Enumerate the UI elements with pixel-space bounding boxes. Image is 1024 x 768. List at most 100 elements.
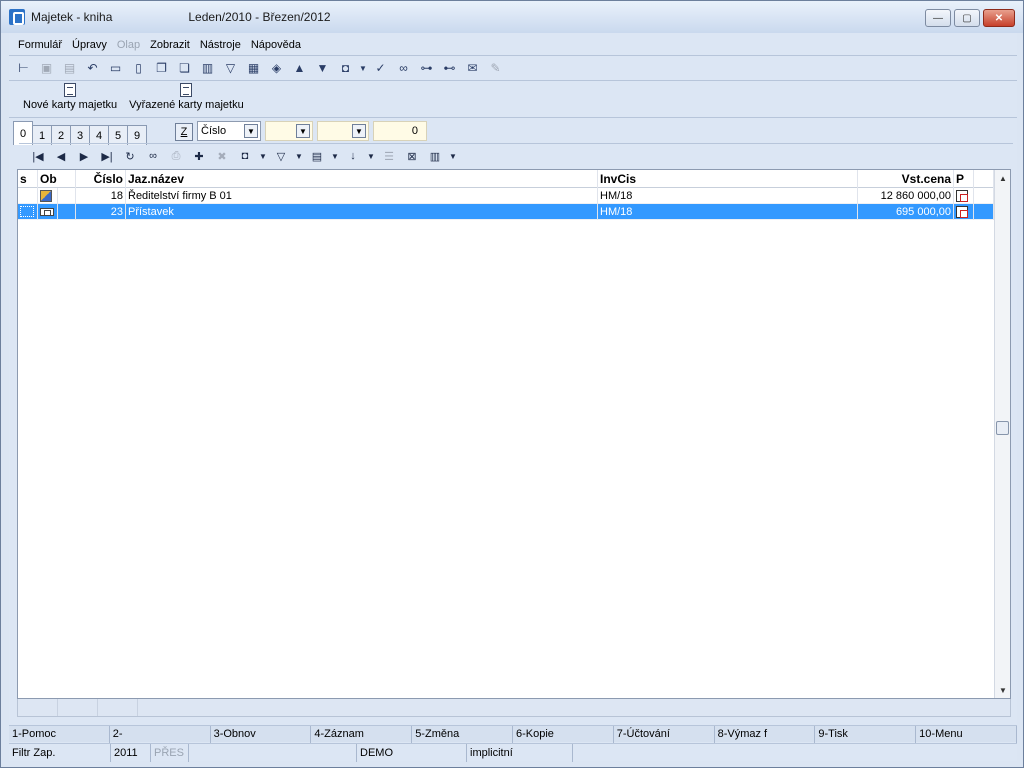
refresh-icon[interactable]: ↻ <box>119 146 141 166</box>
fkey-1[interactable]: 1-Pomoc <box>9 726 110 743</box>
new-cards-button[interactable]: Nové karty majetku <box>23 83 117 111</box>
paste-icon[interactable]: ❏ <box>174 58 195 78</box>
title-bar[interactable]: Majetek - kniha Leden/2010 - Březen/2012… <box>1 1 1023 33</box>
fkey-8[interactable]: 8-Výmaz f <box>715 726 816 743</box>
vertical-scrollbar[interactable]: ▲ ▼ <box>994 170 1010 698</box>
dropdown-arrow-icon[interactable]: ▼ <box>447 146 459 166</box>
grid-header: s Ob Číslo Jaz.název InvCis Vst.cena P <box>18 170 994 188</box>
next-record-icon[interactable]: ▶ <box>73 146 95 166</box>
binoculars-icon[interactable]: ∞ <box>142 146 164 166</box>
columns-icon[interactable]: ▥ <box>424 146 446 166</box>
first-record-icon[interactable]: |◀ <box>27 146 49 166</box>
new-document-icon[interactable]: ▯ <box>128 58 149 78</box>
grid-toolbar: |◀ ◀ ▶ ▶| ↻ ∞ ⎙ ✚ ✖ ◘ ▼ ▽ ▼ ▤ ▼ ↓ ▼ ☰ ⊠ … <box>27 145 459 167</box>
arrow-up-icon[interactable]: ▲ <box>289 58 310 78</box>
menu-bar: Formulář Úpravy Olap Zobrazit Nástroje N… <box>13 35 306 55</box>
scroll-down-icon[interactable]: ▼ <box>995 682 1011 698</box>
tab-1[interactable]: 1 <box>32 125 52 145</box>
tab-4[interactable]: 4 <box>89 125 109 145</box>
open-folder-icon[interactable]: ▭ <box>105 58 126 78</box>
col-header-p[interactable]: P <box>954 170 974 188</box>
tree-list-icon: ☰ <box>384 150 394 163</box>
find-prev-icon[interactable]: ⊷ <box>439 58 460 78</box>
fkey-6[interactable]: 6-Kopie <box>513 726 614 743</box>
table-row[interactable]: 18 Ředitelství firmy B 01 HM/18 12 860 0… <box>18 188 994 204</box>
retired-cards-button[interactable]: Vyřazené karty majetku <box>129 83 244 111</box>
fkey-4[interactable]: 4-Záznam <box>311 726 413 743</box>
table-row-selected[interactable]: 23 Přístavek HM/18 695 000,00 <box>18 204 994 220</box>
period-range: Leden/2010 - Březen/2012 <box>188 10 331 24</box>
dropdown-arrow-icon[interactable]: ▼ <box>329 146 341 166</box>
excel-export-icon[interactable]: ⊠ <box>401 146 423 166</box>
col-header-ob[interactable]: Ob <box>38 170 76 188</box>
filter-select-1[interactable]: ▼ <box>265 121 313 141</box>
col-header-cena[interactable]: Vst.cena <box>858 170 954 188</box>
col-header-s[interactable]: s <box>18 170 38 188</box>
sort-field-select[interactable]: Číslo ▼ <box>197 121 261 141</box>
annex-icon <box>40 208 54 216</box>
checkmark-icon[interactable]: ✓ <box>370 58 391 78</box>
close-button[interactable]: ✕ <box>983 9 1015 27</box>
last-record-icon[interactable]: ▶| <box>96 146 118 166</box>
fkey-2[interactable]: 2- <box>110 726 211 743</box>
find-next-icon[interactable]: ⊶ <box>416 58 437 78</box>
maximize-button[interactable]: ▢ <box>954 9 980 27</box>
fkey-9[interactable]: 9-Tisk <box>815 726 917 743</box>
prev-record-icon[interactable]: ◀ <box>50 146 72 166</box>
filter-select-2[interactable]: ▼ <box>317 121 369 141</box>
chevron-down-icon: ▼ <box>244 124 258 138</box>
add-record-icon[interactable]: ✚ <box>188 146 210 166</box>
menu-formular[interactable]: Formulář <box>13 39 67 51</box>
menu-nastroje[interactable]: Nástroje <box>195 39 246 51</box>
count-field[interactable]: 0 <box>373 121 427 141</box>
tree-icon[interactable]: ⊢ <box>13 58 34 78</box>
dropdown-arrow-icon[interactable]: ▼ <box>257 146 269 166</box>
filter-icon[interactable]: ▽ <box>220 58 241 78</box>
row-selector <box>20 206 34 217</box>
copy-icon[interactable]: ❐ <box>151 58 172 78</box>
menu-zobrazit[interactable]: Zobrazit <box>145 39 195 51</box>
arrow-down-icon[interactable]: ▼ <box>312 58 333 78</box>
col-header-cislo[interactable]: Číslo <box>76 170 126 188</box>
column-settings-icon[interactable]: ▤ <box>306 146 328 166</box>
attachment-icon[interactable] <box>956 206 968 218</box>
menu-napoveda[interactable]: Nápověda <box>246 39 306 51</box>
dropdown-arrow-icon[interactable]: ▼ <box>293 146 305 166</box>
app-window: Majetek - kniha Leden/2010 - Březen/2012… <box>0 0 1024 768</box>
tab-3[interactable]: 3 <box>70 125 90 145</box>
window-title: Majetek - kniha <box>31 10 113 24</box>
scroll-thumb[interactable] <box>996 421 1009 435</box>
cell-cena: 12 860 000,00 <box>858 188 954 204</box>
fkey-5[interactable]: 5-Změna <box>412 726 513 743</box>
new-cards-label: Nové karty majetku <box>23 99 118 111</box>
camera-icon[interactable]: ◘ <box>234 146 256 166</box>
report-icon[interactable]: ▦ <box>243 58 264 78</box>
tab-2[interactable]: 2 <box>51 125 71 145</box>
mail-icon[interactable]: ✉ <box>462 58 483 78</box>
fkey-7[interactable]: 7-Účtování <box>614 726 715 743</box>
camera-icon[interactable]: ◘ <box>335 58 356 78</box>
dropdown-arrow-icon[interactable]: ▼ <box>358 58 368 78</box>
stack-icon[interactable]: ◈ <box>266 58 287 78</box>
fkey-3[interactable]: 3-Obnov <box>211 726 312 743</box>
book-icon[interactable]: ▥ <box>197 58 218 78</box>
fkey-10[interactable]: 10-Menu <box>916 726 1017 743</box>
tab-0[interactable]: 0 <box>13 121 33 145</box>
col-header-invcis[interactable]: InvCis <box>598 170 858 188</box>
cell-cislo: 18 <box>76 188 126 204</box>
filter-icon[interactable]: ▽ <box>270 146 292 166</box>
minimize-button[interactable]: — <box>925 9 951 27</box>
binoculars-icon[interactable]: ∞ <box>393 58 414 78</box>
scroll-up-icon[interactable]: ▲ <box>995 170 1011 186</box>
edit-disabled-icon: ✎ <box>490 61 501 75</box>
menu-upravy[interactable]: Úpravy <box>67 39 112 51</box>
col-header-nazev[interactable]: Jaz.název <box>126 170 598 188</box>
tab-5[interactable]: 5 <box>108 125 128 145</box>
dropdown-arrow-icon[interactable]: ▼ <box>365 146 377 166</box>
tab-9[interactable]: 9 <box>127 125 147 145</box>
records-grid: s Ob Číslo Jaz.název InvCis Vst.cena P 1… <box>17 169 1011 699</box>
sort-az-icon[interactable]: ↓ <box>342 146 364 166</box>
undo-icon[interactable]: ↶ <box>82 58 103 78</box>
z-button[interactable]: Z <box>175 123 193 141</box>
attachment-icon[interactable] <box>956 190 968 202</box>
